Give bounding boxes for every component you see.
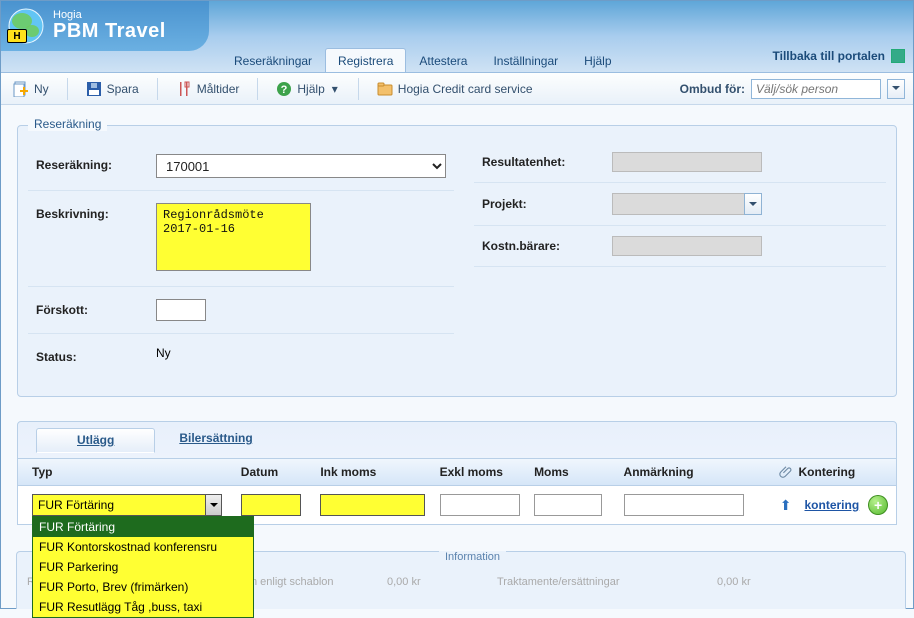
reserakning-select[interactable]: 170001 — [156, 154, 446, 178]
anmarkning-input[interactable] — [624, 494, 744, 516]
typ-option[interactable]: FUR Förtäring — [33, 517, 253, 537]
col-exkl-moms: Exkl moms — [440, 465, 534, 479]
help-icon: ? — [276, 81, 292, 97]
kontering-link[interactable]: kontering — [805, 498, 860, 512]
col-ink-moms: Ink moms — [320, 465, 439, 479]
separator — [358, 78, 359, 100]
separator — [257, 78, 258, 100]
ombud-label: Ombud för: — [680, 82, 745, 96]
col-typ: Typ — [32, 465, 241, 479]
status-label: Status: — [36, 346, 156, 364]
typ-select[interactable] — [32, 494, 222, 516]
svg-text:?: ? — [281, 84, 288, 96]
ink-moms-input[interactable] — [320, 494, 425, 516]
brand-big: PBM Travel — [53, 21, 166, 42]
col-kontering: Kontering — [799, 465, 888, 479]
upload-icon[interactable]: ⬆ — [780, 497, 792, 513]
datum-input[interactable] — [241, 494, 301, 516]
separator — [157, 78, 158, 100]
beskrivning-label: Beskrivning: — [36, 203, 156, 221]
ombud-search-input[interactable] — [751, 79, 881, 99]
content: Reseräkning Reseräkning: 170001 Beskrivn… — [1, 105, 913, 409]
help-button[interactable]: ? Hjälp ▾ — [272, 78, 343, 100]
chevron-down-icon: ▾ — [330, 82, 340, 96]
paperclip-icon — [779, 465, 793, 479]
tab-bilersattning[interactable]: Bilersättning — [179, 431, 252, 449]
toolbar: Ny Spara Måltider ? Hjälp ▾ Hogia C — [1, 73, 913, 105]
col-datum: Datum — [241, 465, 321, 479]
credit-card-button[interactable]: Hogia Credit card service — [373, 78, 537, 100]
kostn-field — [612, 236, 762, 256]
portal-icon — [891, 49, 905, 63]
status-value: Ny — [156, 346, 446, 360]
reserakning-fieldset: Reseräkning Reseräkning: 170001 Beskrivn… — [17, 125, 897, 397]
kostn-label: Kostn.bärare: — [482, 239, 612, 253]
add-row-button[interactable]: + — [868, 495, 888, 515]
projekt-label: Projekt: — [482, 197, 612, 211]
ombud-section: Ombud för: — [680, 79, 905, 99]
new-doc-icon — [13, 81, 29, 97]
trak-label: Traktamente/ersättningar — [497, 576, 619, 588]
moms-input[interactable] — [534, 494, 602, 516]
zero-2: 0,00 kr — [717, 576, 751, 588]
panel-tabs: Utlägg Bilersättning — [18, 422, 896, 459]
tab-reserakningar[interactable]: Reseräkningar — [221, 48, 325, 72]
typ-option[interactable]: FUR Parkering — [33, 557, 253, 577]
col-moms: Moms — [534, 465, 623, 479]
portal-link-label: Tillbaka till portalen — [773, 49, 885, 63]
h-badge-icon: H — [7, 29, 27, 43]
back-to-portal-link[interactable]: Tillbaka till portalen — [773, 49, 905, 63]
tab-attestera[interactable]: Attestera — [406, 48, 480, 72]
exkl-moms-input[interactable] — [440, 494, 520, 516]
typ-dropdown-list[interactable]: FUR Förtäring FUR Kontorskostnad konfere… — [32, 516, 254, 618]
zero-1: 0,00 kr — [387, 576, 421, 588]
tab-registrera[interactable]: Registrera — [325, 48, 406, 72]
brand: Hogia PBM Travel — [1, 1, 209, 51]
typ-option[interactable]: FUR Kontorskostnad konferensru — [33, 537, 253, 557]
info-legend: Information — [439, 551, 506, 563]
grid-header: Typ Datum Ink moms Exkl moms Moms Anmärk… — [18, 459, 896, 486]
col-attachment — [773, 465, 799, 479]
app-header: Hogia PBM Travel H Reseräkningar Registr… — [1, 1, 913, 73]
resultatenhet-field — [612, 152, 762, 172]
tab-hjalp[interactable]: Hjälp — [571, 48, 624, 72]
forskott-label: Förskott: — [36, 299, 156, 317]
beskrivning-textarea[interactable]: Regionrådsmöte 2017-01-16 — [156, 203, 311, 271]
meals-button[interactable]: Måltider — [172, 78, 244, 100]
col-anmarkning: Anmärkning — [624, 465, 773, 479]
save-button[interactable]: Spara — [82, 78, 143, 100]
ombud-dropdown-button[interactable] — [887, 79, 905, 99]
floppy-icon — [86, 81, 102, 97]
chevron-down-icon[interactable] — [205, 495, 221, 515]
expense-panel: Utlägg Bilersättning Typ Datum Ink moms … — [17, 421, 897, 525]
forskott-input[interactable] — [156, 299, 206, 321]
right-col: Resultatenhet: Projekt: Kostn.bärare: — [474, 142, 886, 376]
projekt-combo[interactable] — [612, 193, 762, 215]
typ-option[interactable]: FUR Porto, Brev (frimärken) — [33, 577, 253, 597]
folder-icon — [377, 81, 393, 97]
tab-utlagg[interactable]: Utlägg — [36, 428, 155, 453]
separator — [67, 78, 68, 100]
left-col: Reseräkning: 170001 Beskrivning: Regionr… — [28, 142, 454, 376]
tab-installningar[interactable]: Inställningar — [480, 48, 571, 72]
chevron-down-icon[interactable] — [744, 193, 762, 215]
new-button[interactable]: Ny — [9, 78, 53, 100]
resultatenhet-label: Resultatenhet: — [482, 155, 612, 169]
fieldset-legend: Reseräkning — [28, 117, 107, 131]
cutlery-icon — [176, 81, 192, 97]
typ-option[interactable]: FUR Resutlägg Tåg ,buss, taxi — [33, 597, 253, 617]
reserakning-label: Reseräkning: — [36, 154, 156, 172]
